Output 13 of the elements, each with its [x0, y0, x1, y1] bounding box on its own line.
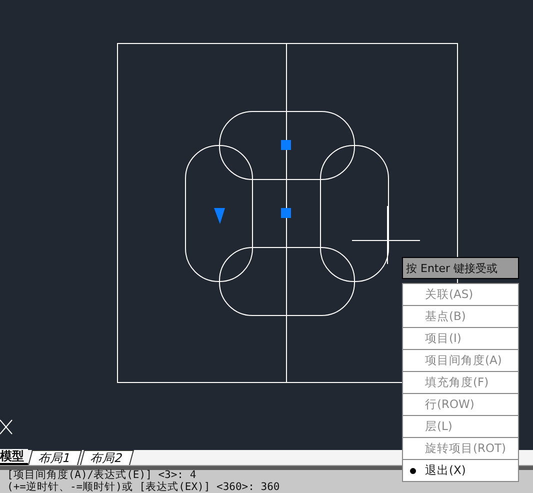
menu-item[interactable]: 退出(X) [403, 460, 518, 481]
close-icon[interactable] [0, 420, 12, 434]
grip-handle[interactable] [281, 208, 291, 218]
command-line-text: [项目间角度(A)/表达式(E)] <3>: 4 [7, 470, 196, 481]
command-line-text: (+=逆时针、-=顺时针)或 [表达式(EX)] <360>: 360 [7, 482, 280, 493]
tooltip: 按 Enter 键接受或 [402, 257, 519, 279]
triangle-grip-icon[interactable] [214, 208, 225, 224]
layout-tab[interactable]: 布局2 [80, 450, 134, 465]
bullet-icon [410, 468, 416, 474]
layout-tab[interactable]: 布局1 [28, 450, 82, 465]
layout-tab[interactable]: 模型 [0, 449, 28, 465]
crosshair-cursor [352, 206, 420, 264]
grip-handle[interactable] [281, 140, 291, 150]
